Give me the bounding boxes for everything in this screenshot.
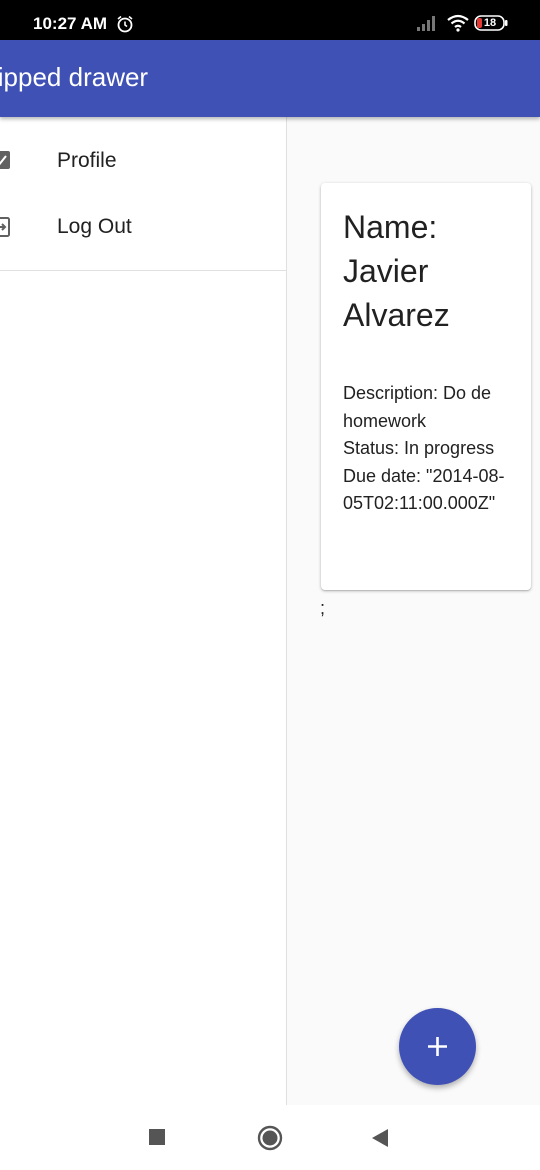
status-bar: 10:27 AM 18 (0, 0, 540, 40)
drawer-item-label: Profile (57, 149, 117, 172)
add-task-button[interactable] (399, 1008, 476, 1085)
task-card[interactable]: Name: Javier Alvarez Description: Do de … (321, 183, 531, 590)
status-time: 10:27 AM (33, 14, 108, 33)
drawer-item-logout[interactable]: Log Out (0, 197, 287, 257)
plus-icon (428, 1037, 447, 1056)
task-due-date: Due date: "2014-08-05T02:11:00.000Z" (343, 465, 505, 514)
signal-icon (417, 16, 435, 31)
battery-level: 18 (483, 17, 497, 29)
app-bar: lipped drawer (0, 40, 540, 117)
back-icon[interactable] (371, 1128, 389, 1148)
card-body: Description: Do de homework Status: In p… (343, 380, 528, 518)
drawer-item-profile[interactable]: Profile (0, 131, 287, 191)
card-title: Name: Javier Alvarez (343, 209, 450, 333)
trailing-text: ; (320, 598, 326, 618)
task-description: Description: Do de homework (343, 383, 492, 431)
profile-icon (0, 151, 10, 169)
app-title: lipped drawer (0, 62, 149, 92)
system-nav-bar (0, 1105, 540, 1170)
drawer-divider (0, 270, 287, 271)
screen: 10:27 AM 18 lipped drawer Profile Log Ou… (0, 0, 540, 1170)
recents-icon[interactable] (149, 1129, 165, 1145)
alarm-icon (117, 15, 133, 33)
drawer-item-label: Log Out (57, 215, 132, 238)
logout-icon (0, 217, 10, 237)
navigation-drawer: Profile Log Out (0, 117, 287, 1105)
wifi-icon (447, 14, 469, 32)
home-icon[interactable] (257, 1125, 283, 1151)
task-status: Status: In progress (343, 438, 495, 458)
